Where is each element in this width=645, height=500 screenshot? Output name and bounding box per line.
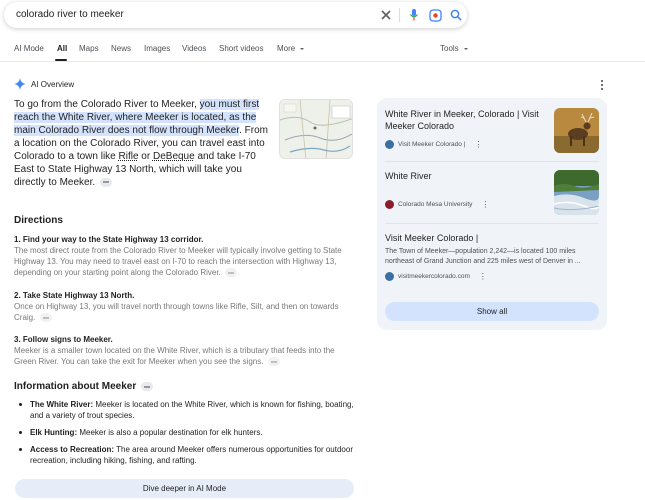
step-text: Meeker is a smaller town located on the … xyxy=(14,346,335,366)
step-text: The most direct route from the Colorado … xyxy=(14,246,342,277)
source-card[interactable]: Visit Meeker Colorado | The Town of Meek… xyxy=(385,232,599,281)
intro-text: To go from the Colorado River to Meeker, xyxy=(14,99,200,110)
list-item: The White River: Meeker is located on th… xyxy=(14,399,359,421)
info-heading-text: Information about Meeker xyxy=(14,381,137,392)
directions-heading: Directions xyxy=(14,215,63,226)
tab-videos[interactable]: Videos xyxy=(182,44,206,53)
tab-news[interactable]: News xyxy=(111,44,131,53)
step-title: 1. Find your way to the State Highway 13… xyxy=(14,235,204,244)
source-title[interactable]: Visit Meeker Colorado | xyxy=(385,232,545,244)
chevron-down-icon xyxy=(463,47,468,50)
source-site: visitmeekercolorado.com xyxy=(398,273,470,280)
source-title[interactable]: White River xyxy=(385,170,545,182)
intro-text: or xyxy=(138,151,153,162)
site-favicon-icon xyxy=(385,140,394,149)
tab-ai-mode[interactable]: AI Mode xyxy=(14,44,44,53)
list-item: Elk Hunting: Meeker is also a popular de… xyxy=(14,427,359,438)
step-body: The most direct route from the Colorado … xyxy=(14,245,359,278)
info-heading: Information about Meeker xyxy=(14,381,154,392)
ai-overview-label: AI Overview xyxy=(31,79,75,89)
link-icon[interactable] xyxy=(99,177,112,187)
search-tabs: AI Mode All Maps News Images Videos Shor… xyxy=(0,38,645,62)
tab-images[interactable]: Images xyxy=(144,44,170,53)
info-list: The White River: Meeker is located on th… xyxy=(14,399,359,472)
tools-button[interactable]: Tools xyxy=(440,44,469,53)
more-options-icon[interactable]: ⋮ xyxy=(479,272,487,281)
search-bar[interactable]: colorado river to meeker xyxy=(4,2,467,28)
bullet-term: The White River: xyxy=(30,400,94,409)
source-site: Visit Meeker Colorado | xyxy=(398,141,466,148)
close-icon[interactable] xyxy=(378,7,394,23)
step-body: Meeker is a smaller town located on the … xyxy=(14,345,359,367)
link-icon[interactable] xyxy=(225,268,238,278)
source-description: The Town of Meeker—population 2,242—is l… xyxy=(385,248,581,265)
link-icon[interactable] xyxy=(39,313,52,323)
more-options-icon[interactable]: ⋮ xyxy=(481,200,489,209)
bullet-term: Access to Recreation: xyxy=(30,445,115,454)
list-item: Access to Recreation: The area around Me… xyxy=(14,444,359,466)
chevron-down-icon xyxy=(300,47,305,50)
search-divider xyxy=(399,8,400,22)
sparkle-icon xyxy=(14,78,26,90)
lens-icon[interactable] xyxy=(427,7,443,23)
step-text: Once on Highway 13, you will travel nort… xyxy=(14,302,339,322)
link-icon[interactable] xyxy=(267,357,280,367)
map-thumbnail[interactable] xyxy=(279,99,353,159)
dive-deeper-button[interactable]: Dive deeper in AI Mode xyxy=(15,479,354,498)
debeque-link[interactable]: DeBeque xyxy=(153,151,195,162)
microphone-icon[interactable] xyxy=(406,7,422,23)
link-icon[interactable] xyxy=(141,382,154,391)
direction-step: 3. Follow signs to Meeker. Meeker is a s… xyxy=(14,334,359,367)
sources-panel: White River in Meeker, Colorado | Visit … xyxy=(377,98,607,330)
step-title: 3. Follow signs to Meeker. xyxy=(14,335,113,344)
search-icon[interactable] xyxy=(448,7,464,23)
tab-maps[interactable]: Maps xyxy=(79,44,99,53)
step-body: Once on Highway 13, you will travel nort… xyxy=(14,301,359,323)
step-title: 2. Take State Highway 13 North. xyxy=(14,291,135,300)
tab-all[interactable]: All xyxy=(57,44,67,53)
active-tab-indicator xyxy=(55,59,67,61)
show-all-button[interactable]: Show all xyxy=(385,302,599,321)
tab-more-label: More xyxy=(277,44,296,53)
bullet-text: Meeker is also a popular destination for… xyxy=(77,428,263,437)
bullet-term: Elk Hunting: xyxy=(30,428,78,437)
tools-label: Tools xyxy=(440,44,459,53)
tab-short-videos[interactable]: Short videos xyxy=(219,44,263,53)
tab-more[interactable]: More xyxy=(277,44,305,53)
rifle-link[interactable]: Rifle xyxy=(119,151,139,162)
more-options-icon[interactable] xyxy=(598,79,606,91)
search-input[interactable]: colorado river to meeker xyxy=(16,9,124,20)
river-thumbnail[interactable] xyxy=(554,170,599,215)
source-meta: visitmeekercolorado.com ⋮ xyxy=(385,272,599,281)
direction-step: 2. Take State Highway 13 North. Once on … xyxy=(14,290,359,323)
divider xyxy=(385,223,599,224)
direction-step: 1. Find your way to the State Highway 13… xyxy=(14,234,359,278)
ai-overview-intro: To go from the Colorado River to Meeker,… xyxy=(14,98,276,189)
site-favicon-icon xyxy=(385,200,394,209)
divider xyxy=(385,161,599,162)
more-options-icon[interactable]: ⋮ xyxy=(474,140,482,149)
site-favicon-icon xyxy=(385,272,394,281)
elk-thumbnail[interactable] xyxy=(554,108,599,153)
ai-overview-header: AI Overview xyxy=(14,78,74,90)
source-title[interactable]: White River in Meeker, Colorado | Visit … xyxy=(385,108,545,132)
source-site: Colorado Mesa University xyxy=(398,201,473,208)
